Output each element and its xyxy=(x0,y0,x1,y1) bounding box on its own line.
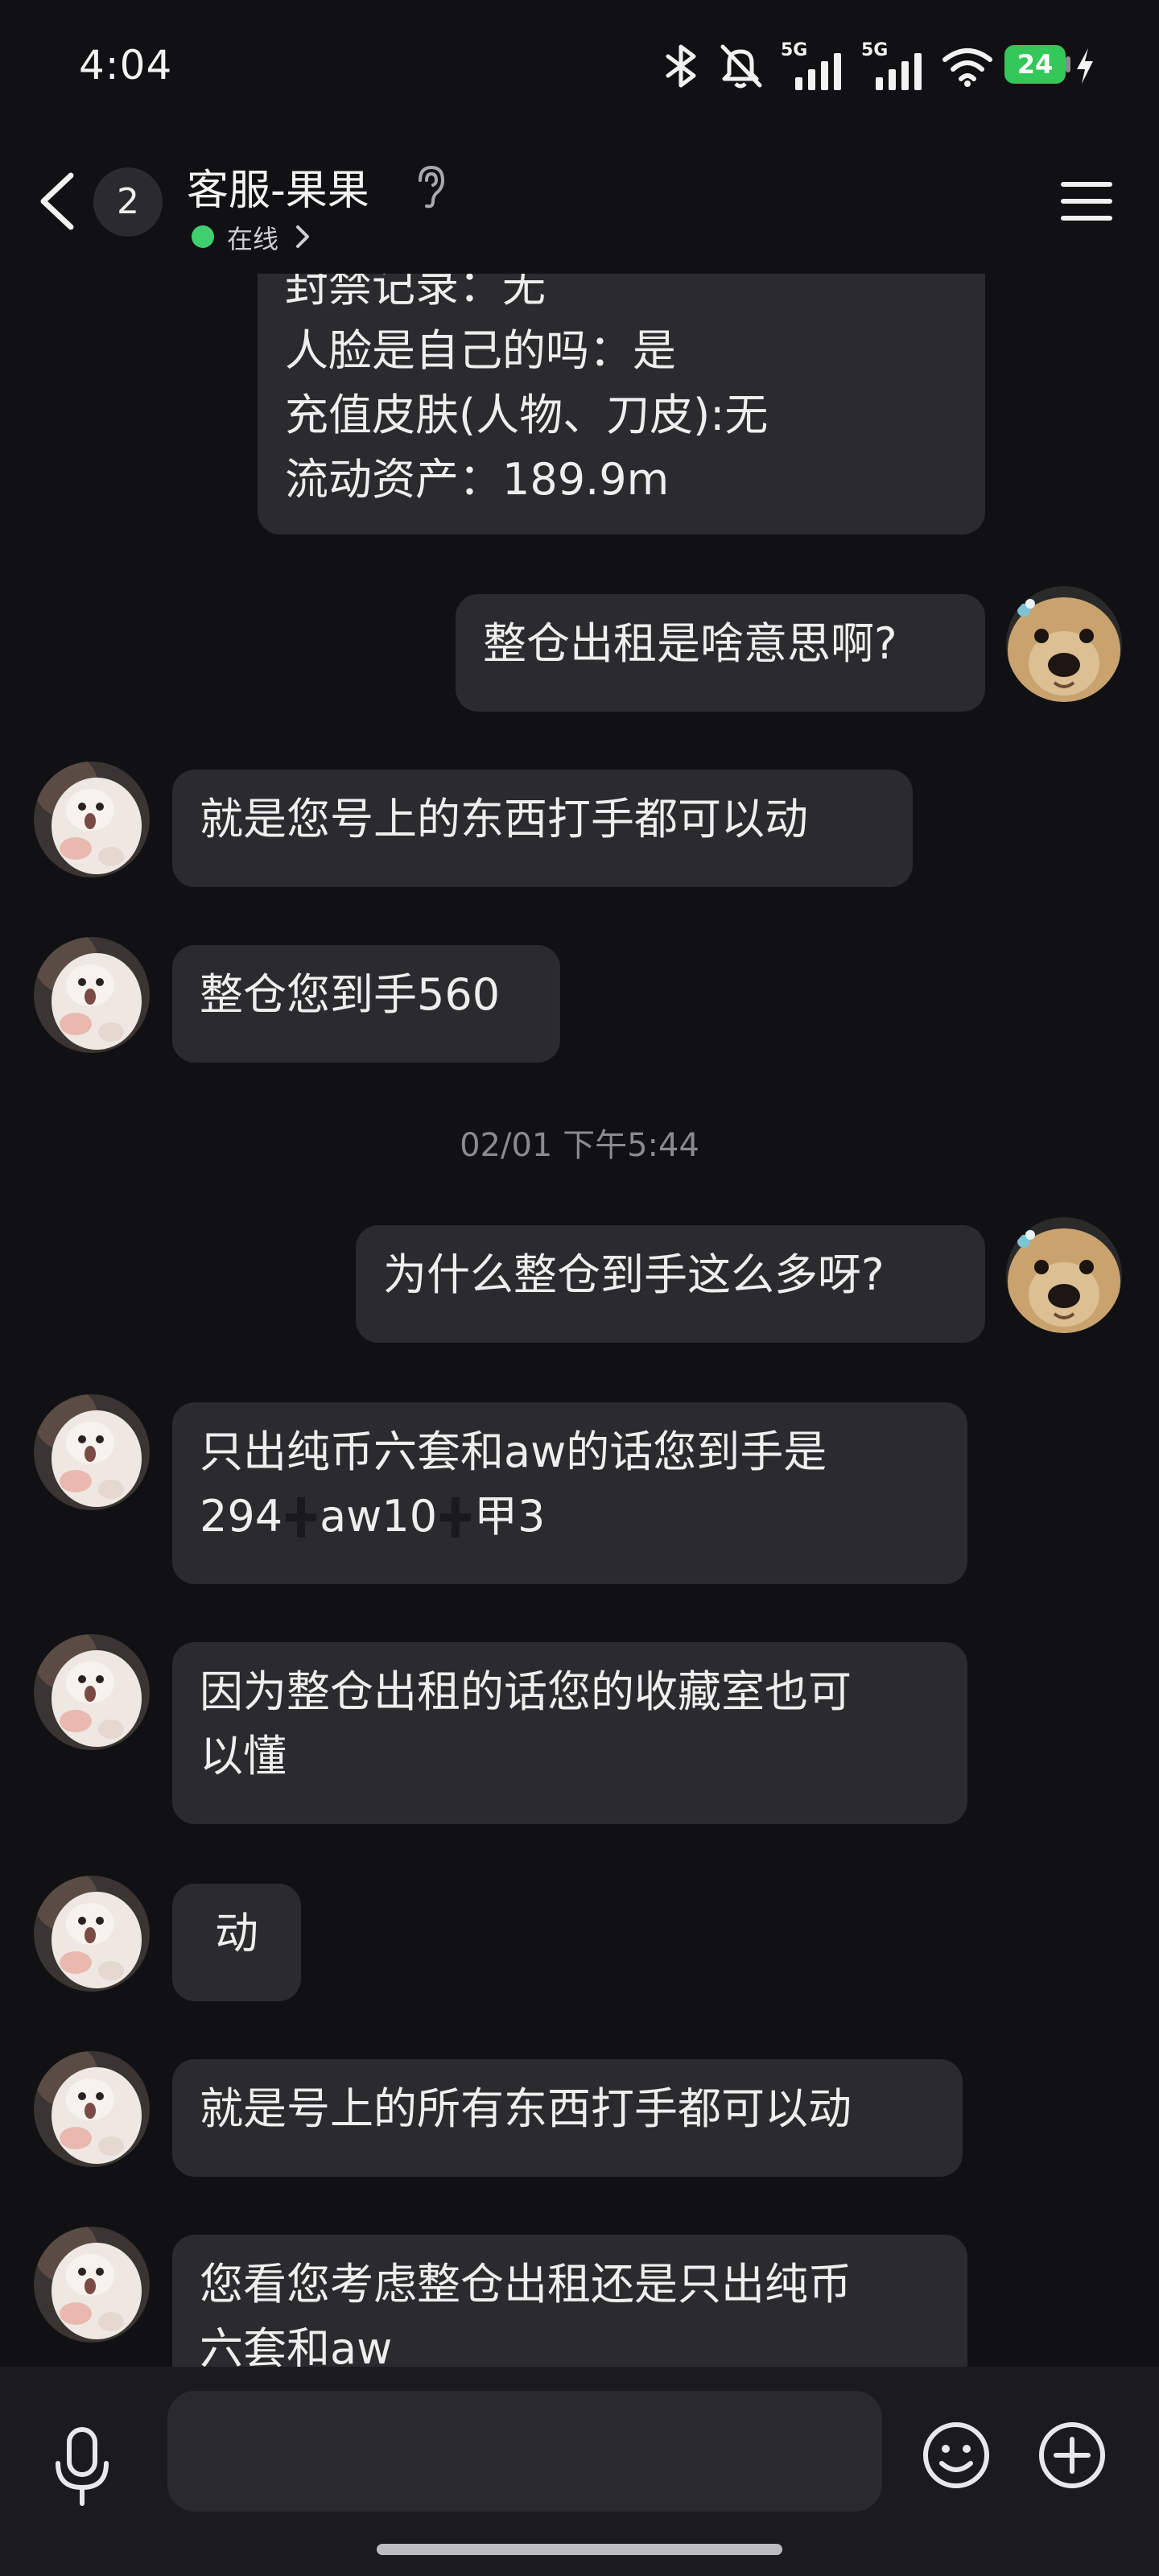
battery-indicator: 24 xyxy=(1004,45,1072,85)
status-time: 4:04 xyxy=(79,42,173,89)
contact-avatar[interactable] xyxy=(34,937,150,1053)
message-input-bar xyxy=(0,2367,1159,2576)
status-icons: 5G 5G 24 xyxy=(663,40,1093,90)
dog-photo-icon xyxy=(1006,586,1122,702)
message-text: 人脸是自己的吗：是 xyxy=(285,325,676,376)
incoming-message-bubble[interactable]: 就是您号上的东西打手都可以动 xyxy=(172,770,913,887)
message-text: 为什么整仓到手这么多呀? xyxy=(383,1249,885,1300)
chat-message-list[interactable]: 封禁记录：无 人脸是自己的吗：是 充值皮肤(人物、刀皮):无 流动资产：189.… xyxy=(0,274,1159,2367)
dog-photo-icon xyxy=(1006,1217,1122,1333)
message-text: 充值皮肤(人物、刀皮):无 xyxy=(285,390,769,440)
contact-avatar[interactable] xyxy=(34,762,150,877)
incoming-message-bubble[interactable]: 封禁记录：无 人脸是自己的吗：是 充值皮肤(人物、刀皮):无 流动资产：189.… xyxy=(258,274,985,535)
bluetooth-icon xyxy=(666,44,696,88)
cat-photo-icon xyxy=(34,1634,150,1750)
contact-name[interactable]: 客服-果果 xyxy=(187,156,369,217)
message-text: 整仓您到手560 xyxy=(200,969,501,1020)
cat-photo-icon xyxy=(34,1394,150,1510)
message-text: 六套和aw xyxy=(200,2323,393,2367)
message-text: 流动资产：189.9m xyxy=(285,454,670,505)
price-value: 甲3 xyxy=(474,1491,546,1542)
message-timestamp: 02/01 下午5:44 xyxy=(460,1127,699,1164)
cat-photo-icon xyxy=(34,2227,150,2343)
chat-header: 2 客服-果果 在线 xyxy=(0,129,1159,274)
contact-avatar[interactable] xyxy=(34,2051,150,2167)
cat-photo-icon xyxy=(34,937,150,1053)
cross-mark-icon xyxy=(286,1497,317,1538)
message-text: 就是号上的所有东西打手都可以动 xyxy=(200,2083,852,2134)
incoming-message-bubble[interactable]: 整仓您到手560 xyxy=(172,945,560,1063)
signal-bars-icon xyxy=(795,53,841,90)
message-text: 以懂 xyxy=(200,1731,287,1781)
incoming-message-bubble[interactable]: 因为整仓出租的话您的收藏室也可 以懂 xyxy=(172,1642,967,1824)
contact-avatar[interactable] xyxy=(34,1394,150,1510)
outgoing-message-bubble[interactable]: 为什么整仓到手这么多呀? xyxy=(356,1225,985,1343)
incoming-message-bubble[interactable]: 您看您考虑整仓出租还是只出纯币 六套和aw xyxy=(172,2235,967,2367)
battery-level: 24 xyxy=(1017,49,1054,80)
signal-2: 5G xyxy=(861,40,930,90)
message-input[interactable] xyxy=(167,2391,882,2512)
signal-1: 5G xyxy=(781,40,850,90)
unread-count-badge[interactable]: 2 xyxy=(93,167,163,237)
chevron-right-icon[interactable] xyxy=(295,224,311,250)
message-text: 因为整仓出租的话您的收藏室也可 xyxy=(200,1666,852,1717)
message-text: 只出纯币六套和aw的话您到手是 xyxy=(200,1426,827,1477)
message-text: 封禁记录：无 xyxy=(285,274,546,312)
incoming-message-bubble[interactable]: 只出纯币六套和aw的话您到手是 294 aw10 甲3 xyxy=(172,1402,967,1584)
hamburger-menu-icon[interactable] xyxy=(1059,179,1114,224)
smiley-icon[interactable] xyxy=(921,2420,992,2491)
plus-circle-icon[interactable] xyxy=(1037,2420,1107,2491)
back-button[interactable] xyxy=(35,171,80,232)
incoming-message-bubble[interactable]: 就是号上的所有东西打手都可以动 xyxy=(172,2059,963,2177)
cat-photo-icon xyxy=(34,2051,150,2167)
message-text: 动 xyxy=(215,1908,258,1959)
ear-icon xyxy=(419,165,445,208)
cat-photo-icon xyxy=(34,1876,150,1992)
cat-photo-icon xyxy=(34,762,150,877)
message-text: 整仓出租是啥意思啊? xyxy=(483,618,897,669)
outgoing-message-bubble[interactable]: 整仓出租是啥意思啊? xyxy=(456,594,985,712)
home-indicator[interactable] xyxy=(377,2544,782,2555)
wifi-icon xyxy=(942,48,992,87)
status-bar: 4:04 5G 5G 24 xyxy=(0,0,1159,129)
message-text-line: 294 aw10 甲3 xyxy=(200,1484,940,1549)
message-text: 就是您号上的东西打手都可以动 xyxy=(200,794,808,844)
incoming-message-bubble[interactable]: 动 xyxy=(172,1884,301,2001)
mute-bell-icon xyxy=(720,44,762,89)
contact-avatar[interactable] xyxy=(34,1876,150,1992)
price-value: aw10 xyxy=(320,1491,438,1542)
contact-avatar[interactable] xyxy=(34,1634,150,1750)
message-text: 您看您考虑整仓出租还是只出纯币 xyxy=(200,2259,852,2310)
user-avatar[interactable] xyxy=(1006,586,1122,702)
microphone-icon[interactable] xyxy=(50,2425,114,2508)
user-avatar[interactable] xyxy=(1006,1217,1122,1333)
contact-avatar[interactable] xyxy=(34,2227,150,2343)
presence-label[interactable]: 在线 xyxy=(227,219,278,256)
price-value: 294 xyxy=(200,1491,283,1542)
signal-bars-icon xyxy=(876,53,922,90)
charging-icon xyxy=(1077,48,1093,84)
cross-mark-icon xyxy=(440,1497,472,1538)
online-status-dot xyxy=(192,225,214,248)
